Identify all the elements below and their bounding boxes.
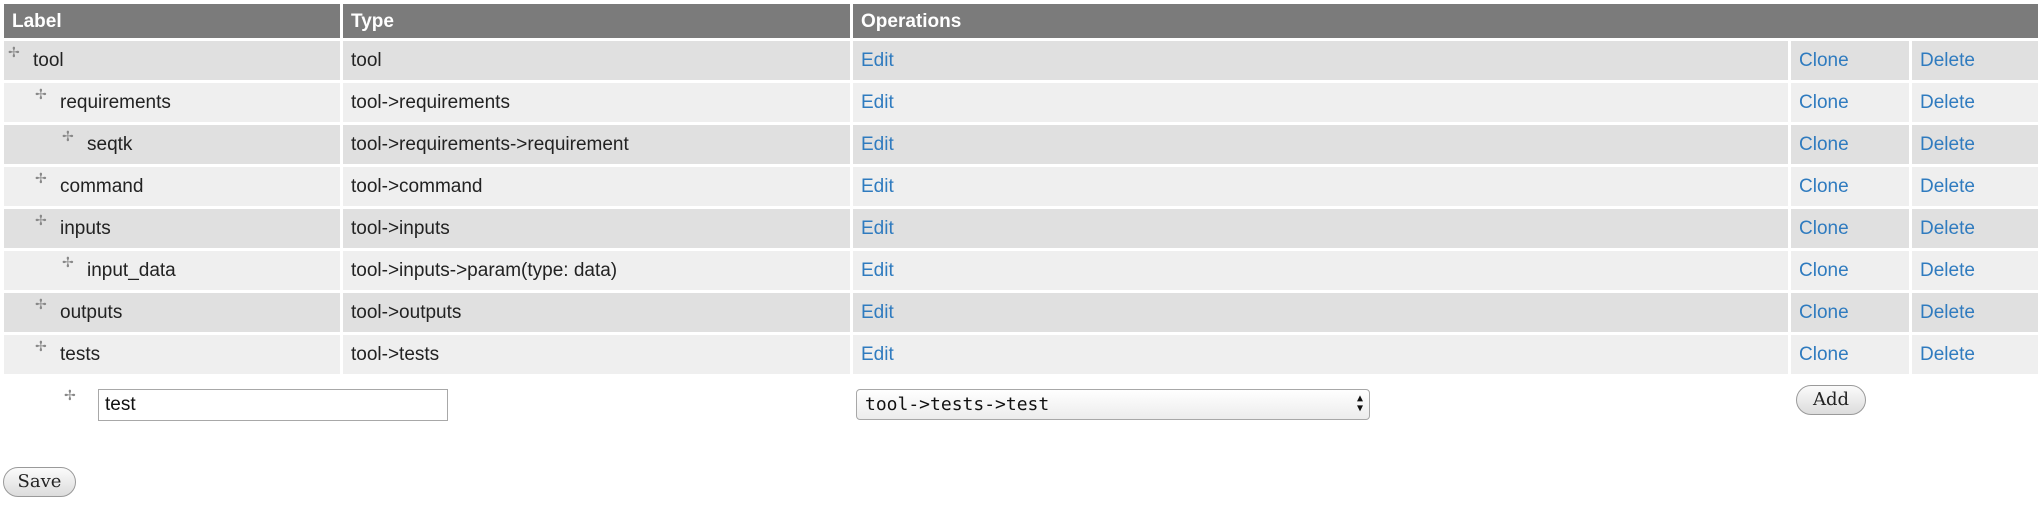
delete-cell: Delete [1912, 41, 2038, 80]
delete-cell: Delete [1912, 167, 2038, 206]
delete-link[interactable]: Delete [1920, 50, 1975, 71]
clone-cell: Clone [1791, 41, 1909, 80]
edit-link[interactable]: Edit [861, 134, 894, 155]
row-type: tool->inputs [343, 209, 850, 248]
clone-link[interactable]: Clone [1799, 176, 1849, 197]
new-item-row: ✢ tool->tests->test ▲▼ Add [0, 375, 2038, 435]
label-cell: ✢ requirements [4, 83, 340, 122]
clone-cell: Clone [1791, 335, 1909, 374]
delete-cell: Delete [1912, 209, 2038, 248]
delete-link[interactable]: Delete [1920, 92, 1975, 113]
row-label: tests [60, 344, 101, 365]
drag-handle-icon[interactable]: ✢ [62, 255, 74, 269]
select-arrows-icon: ▲ ▼ [1356, 393, 1363, 414]
drag-handle-icon[interactable]: ✢ [35, 171, 47, 185]
clone-cell: Clone [1791, 125, 1909, 164]
new-label-input[interactable] [98, 389, 448, 421]
edit-link[interactable]: Edit [861, 260, 894, 281]
clone-cell: Clone [1791, 167, 1909, 206]
delete-cell: Delete [1912, 293, 2038, 332]
type-select-value: tool->tests->test [865, 394, 1050, 415]
clone-cell: Clone [1791, 293, 1909, 332]
label-cell: ✢ input_data [4, 251, 340, 290]
label-cell: ✢ outputs [4, 293, 340, 332]
clone-link[interactable]: Clone [1799, 218, 1849, 239]
edit-link[interactable]: Edit [861, 92, 894, 113]
clone-link[interactable]: Clone [1799, 50, 1849, 71]
edit-cell: Edit [853, 251, 1788, 290]
row-type: tool->tests [343, 335, 850, 374]
edit-cell: Edit [853, 41, 1788, 80]
row-label: tool [33, 50, 64, 71]
delete-link[interactable]: Delete [1920, 218, 1975, 239]
drag-handle-icon[interactable]: ✢ [35, 213, 47, 227]
save-button[interactable]: Save [3, 467, 76, 497]
clone-cell: Clone [1791, 251, 1909, 290]
edit-cell: Edit [853, 125, 1788, 164]
clone-cell: Clone [1791, 209, 1909, 248]
clone-link[interactable]: Clone [1799, 92, 1849, 113]
row-label: input_data [87, 260, 176, 281]
header-label: Label [4, 4, 340, 38]
drag-handle-icon[interactable]: ✢ [35, 339, 47, 353]
edit-cell: Edit [853, 167, 1788, 206]
row-label: inputs [60, 218, 111, 239]
label-cell: ✢ inputs [4, 209, 340, 248]
clone-link[interactable]: Clone [1799, 260, 1849, 281]
delete-link[interactable]: Delete [1920, 344, 1975, 365]
delete-cell: Delete [1912, 335, 2038, 374]
header-type: Type [343, 4, 850, 38]
row-type: tool [343, 41, 850, 80]
row-type: tool->outputs [343, 293, 850, 332]
edit-link[interactable]: Edit [861, 218, 894, 239]
row-label: requirements [60, 92, 171, 113]
delete-link[interactable]: Delete [1920, 134, 1975, 155]
edit-link[interactable]: Edit [861, 302, 894, 323]
edit-cell: Edit [853, 83, 1788, 122]
clone-link[interactable]: Clone [1799, 302, 1849, 323]
delete-link[interactable]: Delete [1920, 260, 1975, 281]
label-cell: ✢ seqtk [4, 125, 340, 164]
edit-cell: Edit [853, 293, 1788, 332]
row-type: tool->command [343, 167, 850, 206]
label-cell: ✢ tool [4, 41, 340, 80]
drag-handle-icon[interactable]: ✢ [35, 87, 47, 101]
delete-cell: Delete [1912, 83, 2038, 122]
label-cell: ✢ tests [4, 335, 340, 374]
edit-link[interactable]: Edit [861, 50, 894, 71]
row-label: outputs [60, 302, 123, 323]
tool-tree-table: Label Type Operations ✢ tool tool Edit Clone… [4, 4, 2038, 374]
delete-link[interactable]: Delete [1920, 302, 1975, 323]
clone-link[interactable]: Clone [1799, 344, 1849, 365]
delete-link[interactable]: Delete [1920, 176, 1975, 197]
row-type: tool->requirements->requirement [343, 125, 850, 164]
row-label: command [60, 176, 144, 197]
edit-link[interactable]: Edit [861, 344, 894, 365]
label-cell: ✢ command [4, 167, 340, 206]
drag-handle-icon: ✢ [64, 387, 76, 403]
delete-cell: Delete [1912, 251, 2038, 290]
drag-handle-icon[interactable]: ✢ [8, 45, 20, 59]
delete-cell: Delete [1912, 125, 2038, 164]
add-button[interactable]: Add [1796, 385, 1866, 415]
drag-handle-icon[interactable]: ✢ [35, 297, 47, 311]
row-type: tool->requirements [343, 83, 850, 122]
type-select[interactable]: tool->tests->test ▲ ▼ [856, 389, 1370, 420]
edit-cell: Edit [853, 335, 1788, 374]
row-label: seqtk [87, 134, 133, 155]
edit-cell: Edit [853, 209, 1788, 248]
clone-cell: Clone [1791, 83, 1909, 122]
clone-link[interactable]: Clone [1799, 134, 1849, 155]
drag-handle-icon[interactable]: ✢ [62, 129, 74, 143]
header-operations: Operations [853, 4, 2038, 38]
edit-link[interactable]: Edit [861, 176, 894, 197]
row-type: tool->inputs->param(type: data) [343, 251, 850, 290]
